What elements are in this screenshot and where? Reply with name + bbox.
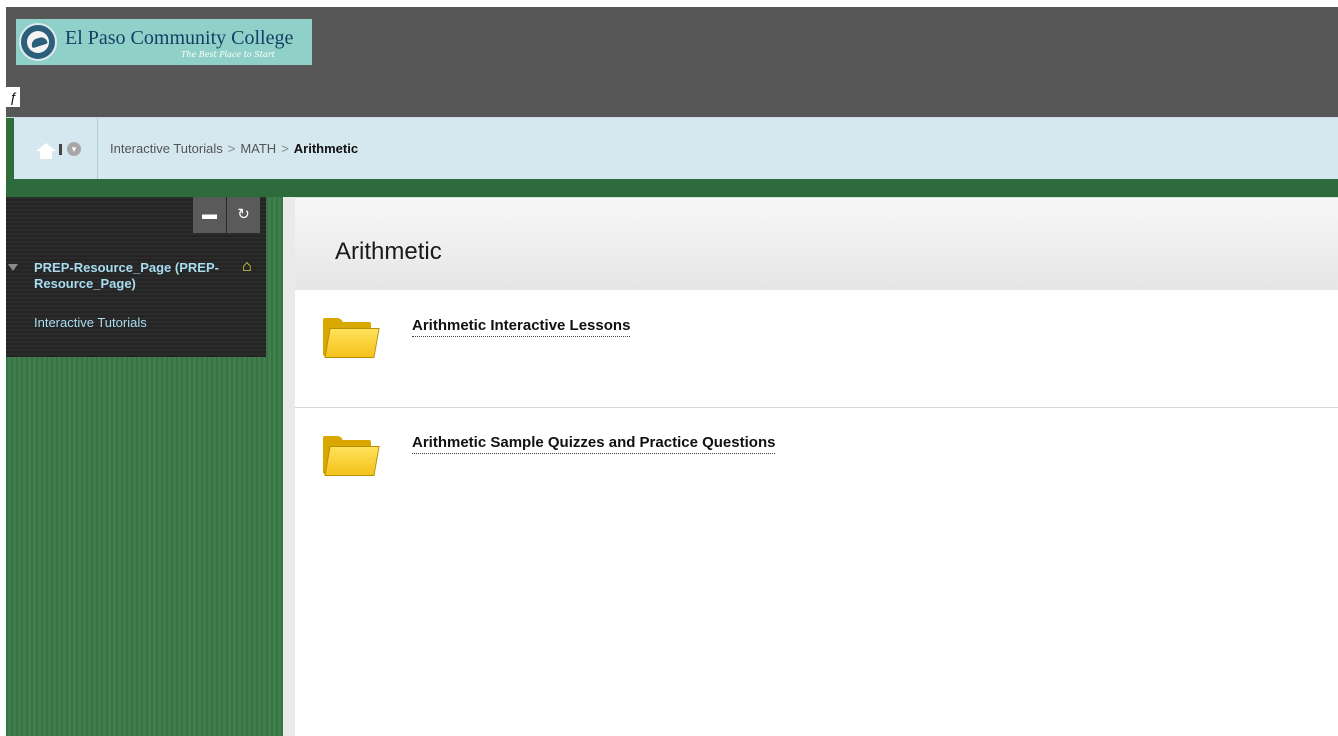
breadcrumb: Interactive Tutorials > MATH > Arithmetic bbox=[110, 141, 358, 156]
course-title-link[interactable]: PREP-Resource_Page (PREP-Resource_Page) bbox=[34, 260, 234, 292]
college-tagline: The Best Place to Start bbox=[181, 50, 275, 59]
college-logo[interactable]: El Paso Community College The Best Place… bbox=[16, 19, 312, 65]
content-header: Arithmetic bbox=[295, 197, 1338, 290]
header-band: El Paso Community College The Best Place… bbox=[6, 7, 1338, 117]
breadcrumb-accent bbox=[6, 118, 14, 180]
home-icon[interactable] bbox=[36, 143, 60, 159]
breadcrumb-chevron: > bbox=[227, 141, 236, 156]
chevron-down-icon[interactable]: ▾ bbox=[67, 142, 81, 156]
course-menu: ▬ ↻ PREP-Resource_Page (PREP-Resource_Pa… bbox=[6, 197, 266, 357]
breadcrumb-item-interactive-tutorials[interactable]: Interactive Tutorials bbox=[110, 141, 223, 156]
refresh-icon[interactable]: ↻ bbox=[227, 197, 260, 233]
collapse-caret-icon[interactable] bbox=[8, 264, 18, 271]
breadcrumb-separator bbox=[59, 144, 62, 155]
green-divider-strip bbox=[6, 179, 1338, 197]
home-icon[interactable]: ⌂ bbox=[242, 259, 260, 275]
folder-link[interactable]: Arithmetic Sample Quizzes and Practice Q… bbox=[412, 434, 776, 454]
breadcrumb-bar: ▾ Interactive Tutorials > MATH > Arithmetic bbox=[6, 117, 1338, 180]
college-seal-icon bbox=[19, 23, 57, 61]
breadcrumb-chevron: > bbox=[281, 141, 289, 156]
content-area: Arithmetic Arithmetic Interactive Lesson… bbox=[283, 197, 1338, 736]
folder-link[interactable]: Arithmetic Interactive Lessons bbox=[412, 317, 631, 337]
college-name: El Paso Community College bbox=[65, 27, 294, 49]
page-title: Arithmetic bbox=[335, 238, 442, 265]
breadcrumb-item-math[interactable]: MATH bbox=[240, 141, 276, 156]
edit-mode-icon[interactable]: ƒ bbox=[6, 87, 20, 107]
folder-view-icon[interactable]: ▬ bbox=[193, 197, 226, 233]
breadcrumb-divider bbox=[97, 118, 98, 180]
top-header: El Paso Community College The Best Place… bbox=[0, 0, 1338, 117]
folder-icon[interactable] bbox=[323, 436, 380, 476]
sidebar-item-interactive-tutorials[interactable]: Interactive Tutorials bbox=[34, 315, 147, 330]
list-item: Arithmetic Sample Quizzes and Practice Q… bbox=[295, 408, 1338, 528]
list-item: Arithmetic Interactive Lessons bbox=[295, 290, 1338, 408]
folder-icon[interactable] bbox=[323, 318, 380, 358]
breadcrumb-current: Arithmetic bbox=[293, 141, 359, 156]
